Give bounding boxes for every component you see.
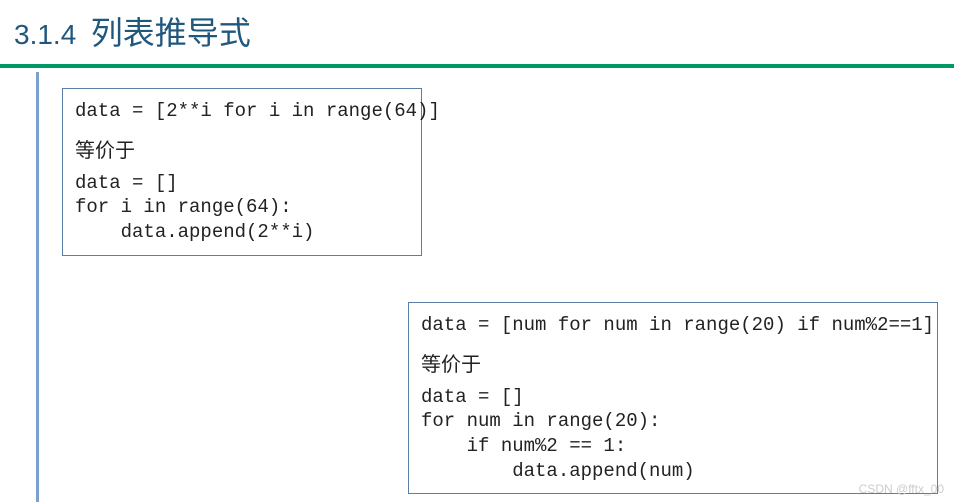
code-line: data = [num for num in range(20) if num%… bbox=[421, 313, 925, 338]
code-line: data.append(2**i) bbox=[75, 220, 409, 245]
code-line: data = [2**i for i in range(64)] bbox=[75, 99, 409, 124]
code-line: data = [] bbox=[421, 385, 925, 410]
left-divider bbox=[36, 72, 39, 502]
code-line: for i in range(64): bbox=[75, 195, 409, 220]
equivalent-label: 等价于 bbox=[75, 134, 409, 163]
code-box-1: data = [2**i for i in range(64)] 等价于 dat… bbox=[62, 88, 422, 256]
code-line: for num in range(20): bbox=[421, 409, 925, 434]
code-line: data = [] bbox=[75, 171, 409, 196]
code-box-2: data = [num for num in range(20) if num%… bbox=[408, 302, 938, 494]
watermark: CSDN @fftx_00 bbox=[859, 482, 944, 496]
code-line: data.append(num) bbox=[421, 459, 925, 484]
equivalent-label: 等价于 bbox=[421, 348, 925, 377]
code-line: if num%2 == 1: bbox=[421, 434, 925, 459]
section-number: 3.1.4 bbox=[14, 19, 76, 50]
slide-header: 3.1.4 列表推导式 bbox=[0, 0, 954, 68]
section-title: 列表推导式 bbox=[91, 15, 251, 51]
